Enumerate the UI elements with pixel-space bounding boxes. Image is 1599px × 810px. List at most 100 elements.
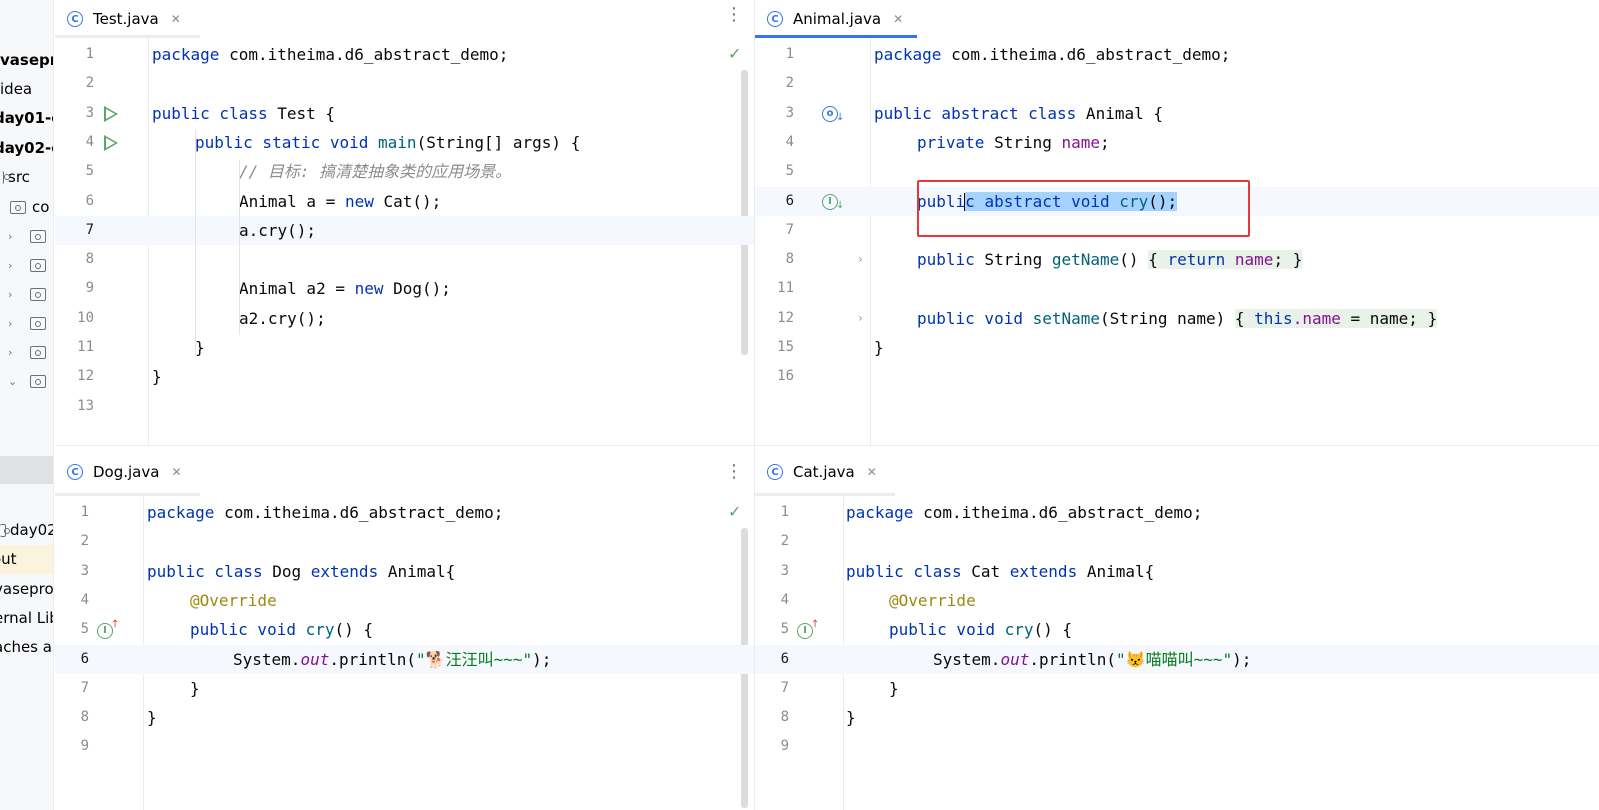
- tree-item-iml[interactable]: vasepro: [0, 575, 54, 604]
- tree-item-out[interactable]: out: [0, 545, 53, 574]
- code-annotation: @Override: [889, 590, 976, 610]
- code-token: }: [1292, 250, 1303, 270]
- code-line: 7}: [55, 674, 754, 703]
- arrow-down-icon: ↓: [836, 200, 845, 211]
- code-line: 8}: [55, 703, 754, 732]
- tab-dog-java[interactable]: C Dog.java ✕: [67, 453, 182, 491]
- package-folder-icon: [30, 317, 46, 330]
- more-options-icon[interactable]: ⋮: [725, 463, 743, 481]
- code-token: }: [874, 338, 884, 357]
- code-token: public void: [917, 308, 1023, 328]
- arrow-down-icon: ↓: [836, 112, 845, 123]
- code-token: .println(: [329, 649, 417, 669]
- tree-item-src[interactable]: src: [0, 163, 30, 192]
- code-token: public void: [190, 620, 296, 640]
- tree-item-project[interactable]: vasepron: [0, 46, 53, 75]
- tree-item-scratches[interactable]: aches ar: [0, 633, 53, 662]
- tree-item-label: src: [8, 168, 30, 186]
- chevron-right-icon[interactable]: ›: [8, 309, 20, 338]
- folded-region[interactable]: {: [1235, 309, 1254, 328]
- tree-item-package[interactable]: ›: [0, 280, 46, 309]
- line-number: 6: [80, 650, 89, 667]
- chevron-right-icon[interactable]: ›: [8, 338, 20, 367]
- tab-underline: [55, 35, 200, 38]
- indent-guide: [239, 160, 240, 335]
- class-icon: C: [767, 11, 783, 27]
- line-number: 1: [85, 46, 94, 62]
- close-icon[interactable]: ✕: [867, 465, 877, 479]
- tree-item-label: vasepro: [0, 580, 54, 598]
- tab-bar: C Dog.java ✕ ⋮: [55, 446, 754, 496]
- line-number: 8: [80, 709, 89, 726]
- code-token: }: [147, 708, 157, 728]
- line-number: 3: [780, 562, 789, 579]
- line-number: 4: [80, 591, 89, 608]
- code-line: 2: [755, 527, 1599, 556]
- tree-item-day02[interactable]: day02-o: [0, 134, 53, 163]
- code-line: 4 public static void main(String[] args) …: [55, 128, 754, 157]
- code-token: () {: [334, 620, 374, 640]
- chevron-right-icon[interactable]: ›: [8, 222, 20, 251]
- editor-pane-cat: C Cat.java ✕ 1 package com.itheima.d6_abs…: [755, 446, 1599, 810]
- code-line: 3 public class Cat extends Animal{: [755, 557, 1599, 586]
- close-icon[interactable]: ✕: [171, 12, 181, 26]
- tree-item-package[interactable]: ⌄: [0, 367, 46, 396]
- editor-pane-animal: C Animal.java ✕ 1 package com.itheima.d6_…: [755, 0, 1599, 445]
- indent-guide: [195, 130, 196, 355]
- code-token: Test {: [267, 103, 336, 123]
- code-line: 16: [755, 362, 1599, 391]
- code-token: private: [917, 132, 985, 152]
- tree-item-selected[interactable]: [0, 456, 53, 484]
- tree-item-package[interactable]: ›: [0, 309, 46, 338]
- tree-item-package[interactable]: ›: [0, 222, 46, 251]
- code-token: com.itheima.d6_abstract_demo;: [941, 45, 1231, 64]
- fold-expand-icon[interactable]: ›: [858, 252, 863, 266]
- tree-item-package[interactable]: co: [0, 193, 49, 222]
- line-number: 7: [80, 679, 89, 696]
- code-comment: // 目标: 搞清楚抽象类的应用场景。: [239, 162, 512, 182]
- tree-item-label: idea: [0, 80, 33, 98]
- close-icon[interactable]: ✕: [893, 12, 903, 26]
- code-token: Animal{: [378, 561, 456, 581]
- code-line: 3 public abstract class Animal {: [755, 99, 1599, 128]
- run-icon[interactable]: [104, 135, 118, 151]
- folded-region[interactable]: {: [1148, 250, 1167, 269]
- chevron-right-icon[interactable]: ›: [8, 251, 20, 280]
- tab-cat-java[interactable]: C Cat.java ✕: [767, 453, 877, 491]
- package-folder-icon: [30, 346, 46, 359]
- line-number: 9: [85, 280, 94, 297]
- line-number: 3: [785, 104, 794, 121]
- tree-item-external-libraries[interactable]: ernal Libr: [0, 604, 53, 633]
- chevron-right-icon[interactable]: ›: [8, 280, 20, 309]
- code-token: Dog: [262, 561, 311, 581]
- fold-expand-icon[interactable]: ›: [858, 311, 863, 325]
- code-token: name: [1061, 132, 1101, 152]
- tab-test-java[interactable]: C Test.java ✕: [67, 0, 181, 38]
- tree-item-package[interactable]: ›: [0, 338, 46, 367]
- line-number: 4: [785, 133, 794, 150]
- line-number: 6: [85, 192, 94, 209]
- package-folder-icon: [30, 259, 46, 272]
- code-token: String: [984, 132, 1062, 152]
- line-number: 12: [77, 368, 94, 385]
- tab-animal-java[interactable]: C Animal.java ✕: [767, 0, 903, 38]
- tree-item-package[interactable]: ›: [0, 251, 46, 280]
- chevron-down-icon[interactable]: ⌄: [8, 367, 20, 396]
- code-token: public class: [147, 561, 263, 581]
- tab-bar: C Animal.java ✕: [755, 0, 1599, 38]
- more-options-icon[interactable]: ⋮: [725, 6, 743, 24]
- tree-item-label: out: [0, 550, 17, 568]
- run-icon[interactable]: [104, 106, 118, 122]
- close-icon[interactable]: ✕: [171, 465, 181, 479]
- package-folder-icon: [10, 201, 26, 214]
- code-token: System.: [233, 649, 301, 669]
- code-annotation: @Override: [190, 590, 277, 610]
- tree-item-day01[interactable]: day01-o: [0, 104, 53, 133]
- arrow-up-icon: ↑: [811, 619, 820, 630]
- line-number: 1: [780, 504, 789, 520]
- tree-item-idea[interactable]: idea: [0, 75, 32, 104]
- code-line: 3 public class Test {: [55, 99, 754, 128]
- tree-item-day02-module[interactable]: day02: [0, 516, 53, 545]
- line-number: 5: [85, 163, 94, 180]
- line-number: 6: [785, 192, 794, 209]
